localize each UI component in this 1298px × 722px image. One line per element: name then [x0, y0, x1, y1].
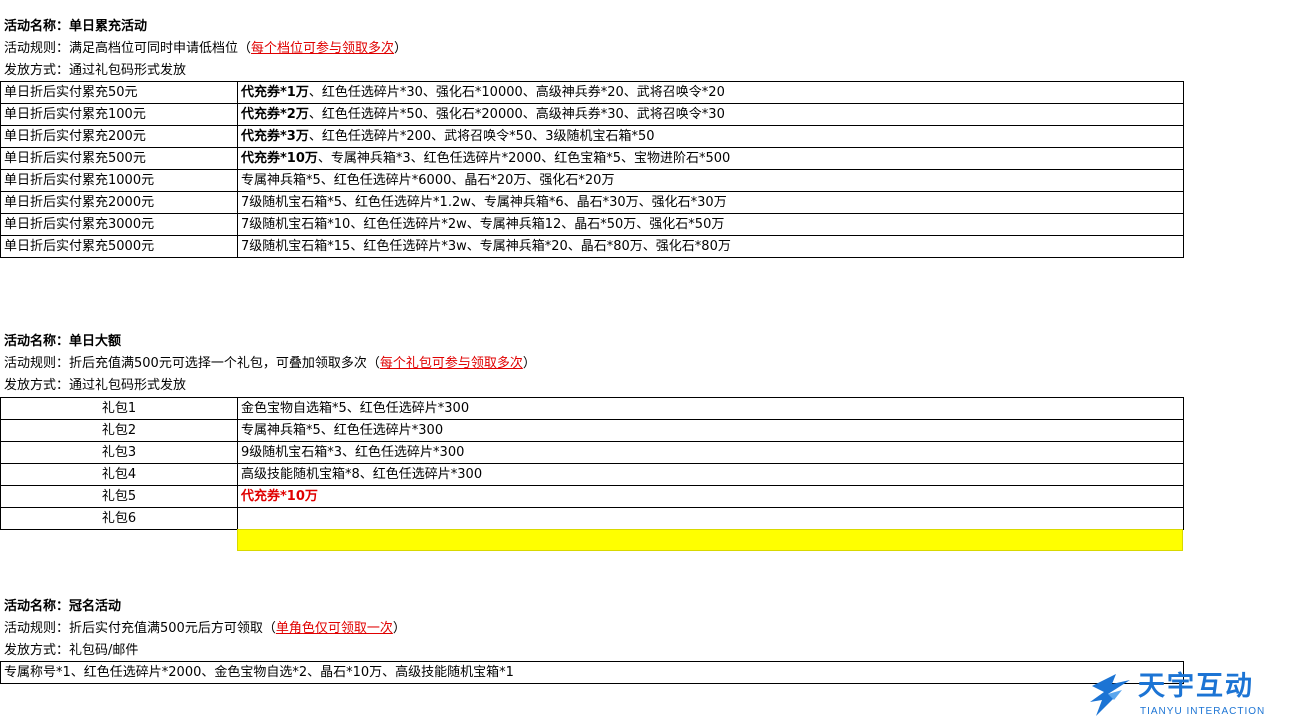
- reward-voucher: 代充券*2万: [241, 106, 309, 122]
- tier-reward: 专属神兵箱*5、红色任选碎片*6000、晶石*20万、强化石*20万: [237, 169, 1184, 192]
- table-row: 专属称号*1、红色任选碎片*2000、金色宝物自选*2、晶石*10万、高级技能随…: [0, 661, 1184, 684]
- reward-items: 7级随机宝石箱*10、红色任选碎片*2w、专属神兵箱12、晶石*50万、强化石*…: [241, 216, 725, 232]
- table-row: 礼包6: [0, 507, 1184, 530]
- tier-label: 单日折后实付累充200元: [0, 125, 238, 148]
- reward-items: 、红色任选碎片*30、强化石*10000、高级神兵券*20、武将召唤令*20: [308, 84, 725, 100]
- section2-rule-label: 活动规则：: [4, 356, 70, 371]
- pack-name: 礼包5: [0, 485, 238, 508]
- section1-rule-close: ）: [394, 41, 408, 56]
- tier-reward: 代充券*2万、红色任选碎片*50、强化石*20000、高级神兵券*30、武将召唤…: [237, 103, 1184, 126]
- section3-delivery: 发放方式：礼包码/邮件: [4, 640, 138, 662]
- section1-title: 活动名称：单日累充活动: [4, 16, 147, 38]
- section1-rule-highlight: 每个档位可参与领取多次: [251, 41, 395, 56]
- section3-reward: 专属称号*1、红色任选碎片*2000、金色宝物自选*2、晶石*10万、高级技能随…: [0, 661, 1184, 684]
- reward-items: 专属神兵箱*5、红色任选碎片*6000、晶石*20万、强化石*20万: [241, 172, 615, 188]
- reward-items: 7级随机宝石箱*15、红色任选碎片*3w、专属神兵箱*20、晶石*80万、强化石…: [241, 238, 731, 254]
- section2-delivery-text: 通过礼包码形式发放: [69, 378, 187, 393]
- section2-title-label: 活动名称：: [4, 334, 70, 349]
- section2-title-value: 单日大额: [69, 334, 122, 349]
- table-row: 单日折后实付累充2000元 7级随机宝石箱*5、红色任选碎片*1.2w、专属神兵箱…: [0, 191, 1184, 214]
- section2-delivery-label: 发放方式：: [4, 378, 70, 393]
- table-row: 单日折后实付累充200元 代充券*3万、红色任选碎片*200、武将召唤令*50、3…: [0, 125, 1184, 148]
- section2-delivery: 发放方式：通过礼包码形式发放: [4, 375, 186, 397]
- tier-label: 单日折后实付累充3000元: [0, 213, 238, 236]
- pack-name: 礼包6: [0, 507, 238, 530]
- table-row: 单日折后实付累充1000元 专属神兵箱*5、红色任选碎片*6000、晶石*20万、…: [0, 169, 1184, 192]
- section2-table: 礼包1 金色宝物自选箱*5、红色任选碎片*300 礼包2 专属神兵箱*5、红色任选碎片…: [0, 397, 1184, 530]
- highlight-bar: [237, 529, 1183, 551]
- pack-name: 礼包2: [0, 419, 238, 442]
- section3-rule-close: ）: [392, 621, 406, 636]
- tier-label: 单日折后实付累充2000元: [0, 191, 238, 214]
- table-row: 礼包3 9级随机宝石箱*3、红色任选碎片*300: [0, 441, 1184, 464]
- reward-voucher: 代充券*1万: [241, 84, 309, 100]
- section3-rule-label: 活动规则：: [4, 621, 70, 636]
- section1-rule-text: 满足高档位可同时申请低档位（: [69, 41, 252, 56]
- tier-reward: 7级随机宝石箱*15、红色任选碎片*3w、专属神兵箱*20、晶石*80万、强化石…: [237, 235, 1184, 258]
- reward-items: 、红色任选碎片*200、武将召唤令*50、3级随机宝石箱*50: [308, 128, 655, 144]
- pack-content: 专属神兵箱*5、红色任选碎片*300: [237, 419, 1184, 442]
- logo-mark-icon: [1090, 674, 1130, 716]
- tier-reward: 7级随机宝石箱*5、红色任选碎片*1.2w、专属神兵箱*6、晶石*30万、强化石…: [237, 191, 1184, 214]
- section3-rule-text: 折后实付充值满500元后方可领取（: [69, 621, 276, 636]
- section1-delivery: 发放方式：通过礼包码形式发放: [4, 60, 186, 82]
- tier-label: 单日折后实付累充50元: [0, 81, 238, 104]
- pack-name: 礼包1: [0, 397, 238, 420]
- tier-label: 单日折后实付累充100元: [0, 103, 238, 126]
- section3-delivery-text: 礼包码/邮件: [69, 643, 139, 658]
- section3-title-value: 冠名活动: [69, 599, 122, 614]
- section1-delivery-label: 发放方式：: [4, 63, 70, 78]
- section1-table: 单日折后实付累充50元 代充券*1万、红色任选碎片*30、强化石*10000、高级…: [0, 81, 1184, 258]
- section3-rule-highlight: 单角色仅可领取一次: [275, 621, 393, 636]
- table-row: 礼包4 高级技能随机宝箱*8、红色任选碎片*300: [0, 463, 1184, 486]
- tier-reward: 代充券*10万、专属神兵箱*3、红色任选碎片*2000、红色宝箱*5、宝物进阶石…: [237, 147, 1184, 170]
- pack-content: 金色宝物自选箱*5、红色任选碎片*300: [237, 397, 1184, 420]
- section2-rule-text: 折后充值满500元可选择一个礼包，可叠加领取多次（: [69, 356, 380, 371]
- table-row: 单日折后实付累充50元 代充券*1万、红色任选碎片*30、强化石*10000、高级…: [0, 81, 1184, 104]
- pack-content: 高级技能随机宝箱*8、红色任选碎片*300: [237, 463, 1184, 486]
- logo-en-text: TIANYU INTERACTION: [1140, 706, 1266, 717]
- section1-rule-label: 活动规则：: [4, 41, 70, 56]
- pack-content: 9级随机宝石箱*3、红色任选碎片*300: [237, 441, 1184, 464]
- tier-reward: 代充券*3万、红色任选碎片*200、武将召唤令*50、3级随机宝石箱*50: [237, 125, 1184, 148]
- section1-rule: 活动规则：满足高档位可同时申请低档位（每个档位可参与领取多次）: [4, 38, 407, 60]
- tier-reward: 7级随机宝石箱*10、红色任选碎片*2w、专属神兵箱12、晶石*50万、强化石*…: [237, 213, 1184, 236]
- section1-delivery-text: 通过礼包码形式发放: [69, 63, 187, 78]
- reward-voucher: 代充券*3万: [241, 128, 309, 144]
- reward-items: 、专属神兵箱*3、红色任选碎片*2000、红色宝箱*5、宝物进阶石*500: [317, 150, 731, 166]
- table-row: 单日折后实付累充100元 代充券*2万、红色任选碎片*50、强化石*20000、高…: [0, 103, 1184, 126]
- table-row: 单日折后实付累充5000元 7级随机宝石箱*15、红色任选碎片*3w、专属神兵箱*…: [0, 235, 1184, 258]
- section2-rule-highlight: 每个礼包可参与领取多次: [379, 356, 523, 371]
- table-row: 礼包5 代充券*10万: [0, 485, 1184, 508]
- section3-title-label: 活动名称：: [4, 599, 70, 614]
- section3-table: 专属称号*1、红色任选碎片*2000、金色宝物自选*2、晶石*10万、高级技能随…: [0, 661, 1184, 684]
- reward-items: 、红色任选碎片*50、强化石*20000、高级神兵券*30、武将召唤令*30: [308, 106, 725, 122]
- pack-name: 礼包4: [0, 463, 238, 486]
- table-row: 礼包2 专属神兵箱*5、红色任选碎片*300: [0, 419, 1184, 442]
- section2-title: 活动名称：单日大额: [4, 331, 121, 353]
- tier-label: 单日折后实付累充1000元: [0, 169, 238, 192]
- tier-label: 单日折后实付累充5000元: [0, 235, 238, 258]
- section3-title: 活动名称：冠名活动: [4, 596, 121, 618]
- tier-label: 单日折后实付累充500元: [0, 147, 238, 170]
- tier-reward: 代充券*1万、红色任选碎片*30、强化石*10000、高级神兵券*20、武将召唤…: [237, 81, 1184, 104]
- section3-rule: 活动规则：折后实付充值满500元后方可领取（单角色仅可领取一次）: [4, 618, 406, 640]
- section1-title-label: 活动名称：: [4, 19, 70, 34]
- table-row: 单日折后实付累充3000元 7级随机宝石箱*10、红色任选碎片*2w、专属神兵箱1…: [0, 213, 1184, 236]
- pack-content: 代充券*10万: [237, 485, 1184, 508]
- table-row: 单日折后实付累充500元 代充券*10万、专属神兵箱*3、红色任选碎片*2000、…: [0, 147, 1184, 170]
- pack-name: 礼包3: [0, 441, 238, 464]
- tianyu-logo: 天宇互动 TIANYU INTERACTION: [1086, 670, 1290, 720]
- reward-items: 7级随机宝石箱*5、红色任选碎片*1.2w、专属神兵箱*6、晶石*30万、强化石…: [241, 194, 727, 210]
- reward-voucher: 代充券*10万: [241, 150, 318, 166]
- section1-title-value: 单日累充活动: [69, 19, 148, 34]
- section3-delivery-label: 发放方式：: [4, 643, 70, 658]
- table-row: 礼包1 金色宝物自选箱*5、红色任选碎片*300: [0, 397, 1184, 420]
- section2-rule-close: ）: [522, 356, 536, 371]
- logo-cn-text: 天宇互动: [1138, 671, 1254, 702]
- section2-rule: 活动规则：折后充值满500元可选择一个礼包，可叠加领取多次（每个礼包可参与领取多…: [4, 353, 536, 375]
- pack-content: [237, 507, 1184, 530]
